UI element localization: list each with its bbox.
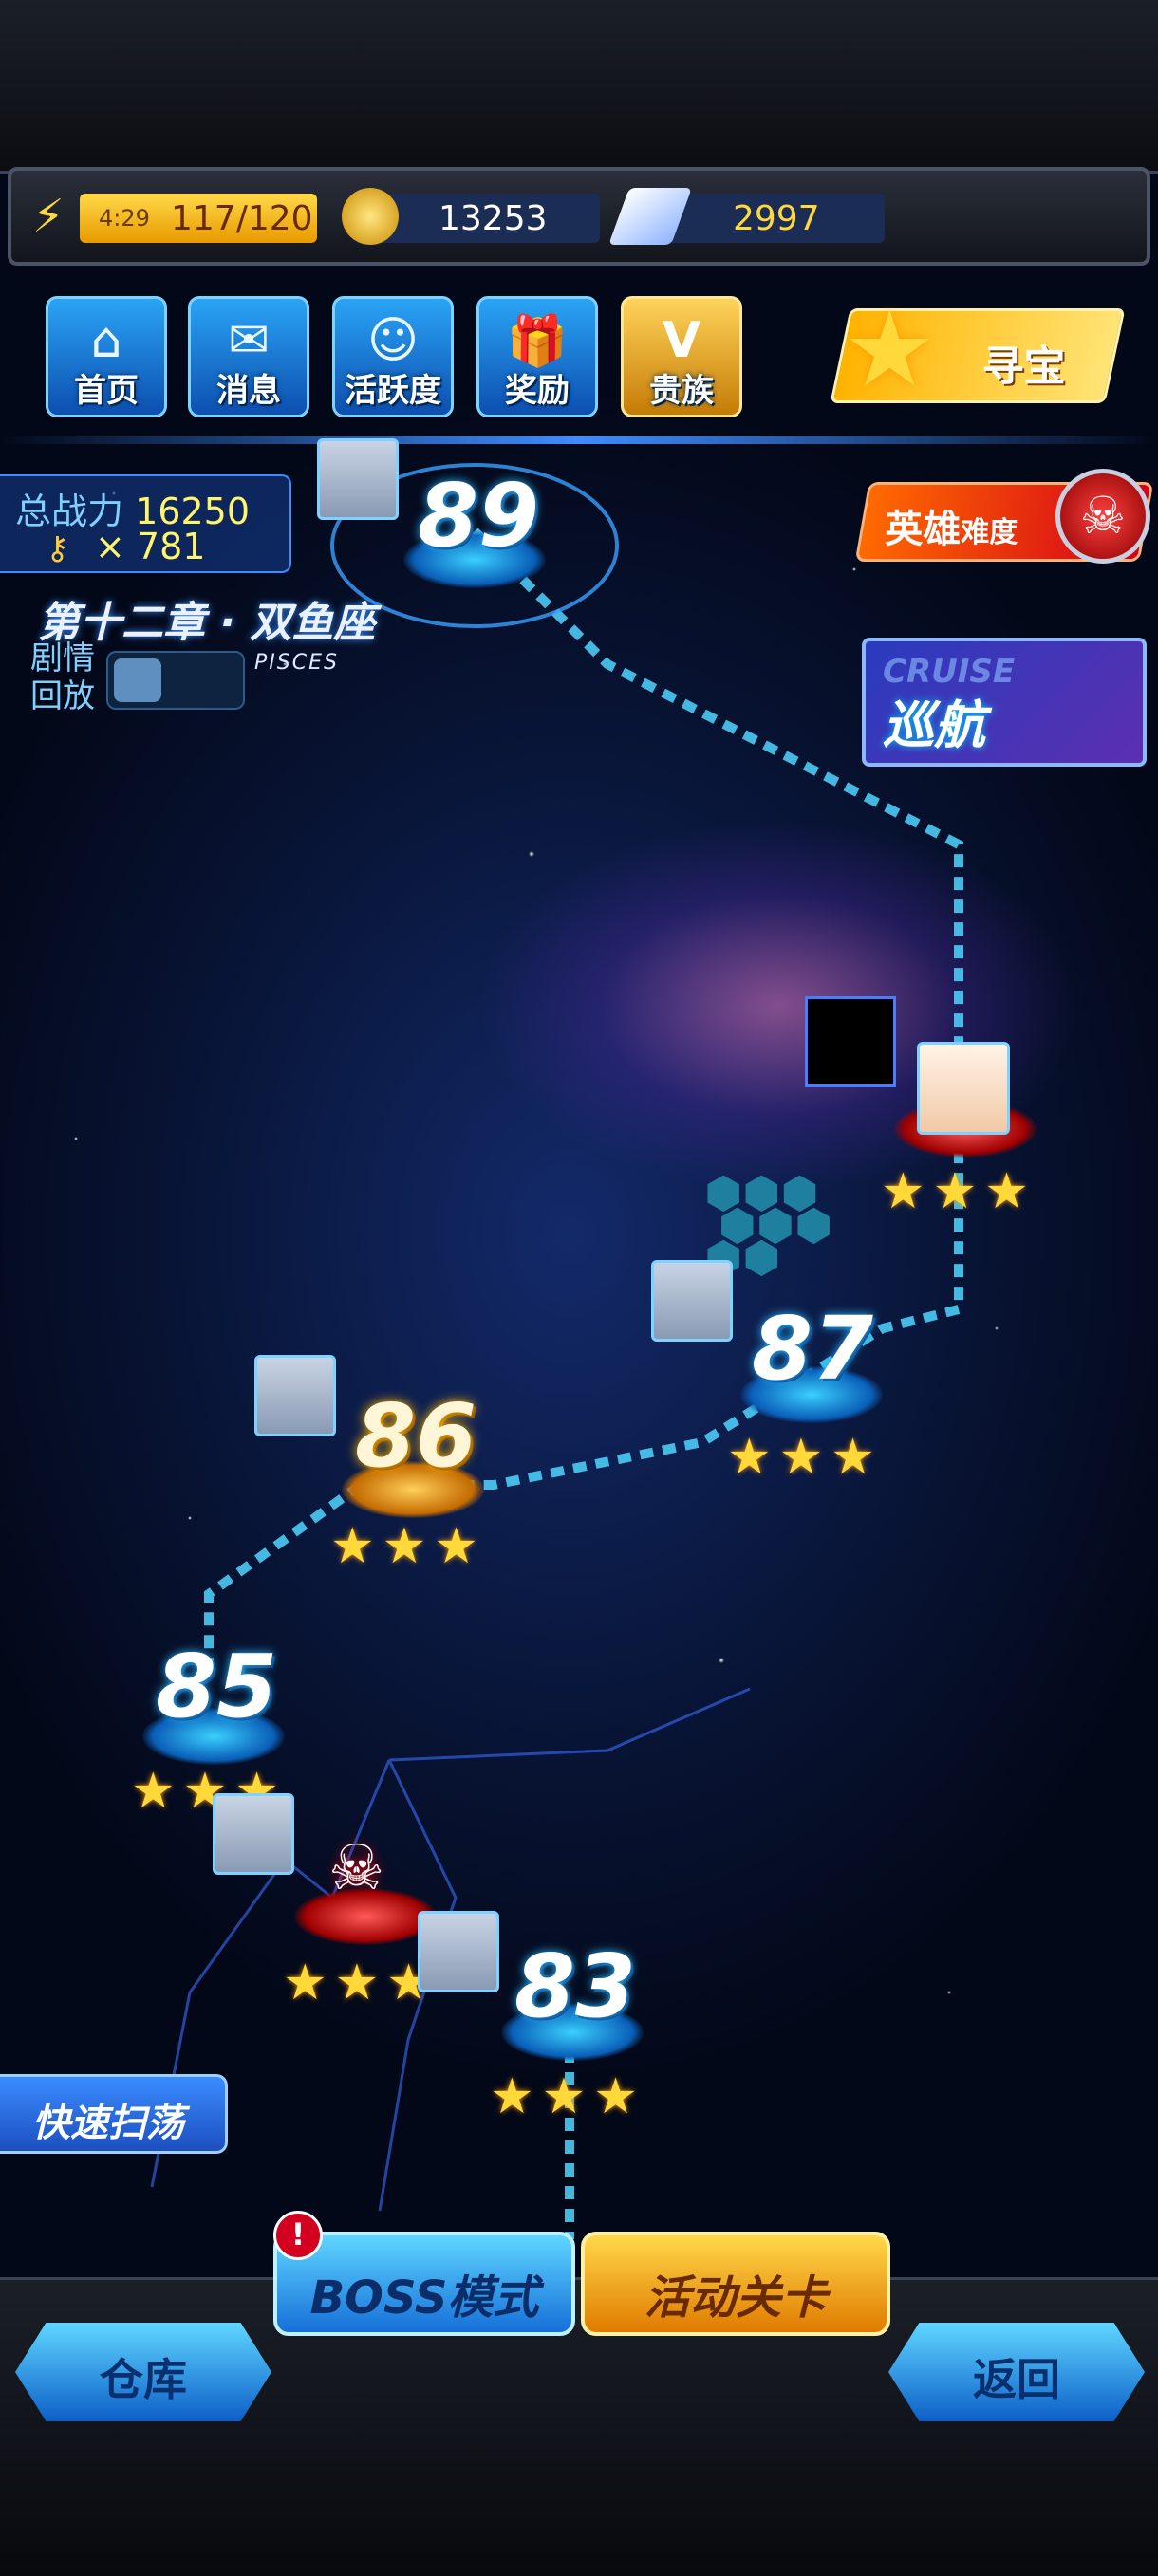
nav-reward-button[interactable]: 🎁 奖励 [476,296,598,417]
cruise-label: 巡航 [883,695,985,755]
coin-value: 13253 [439,199,548,238]
activity-stage-button[interactable]: 活动关卡 [581,2232,890,2336]
header-divider [0,436,1158,444]
boss-level-stars: ★★★ [283,1955,439,2011]
back-button[interactable]: 返回 [888,2323,1145,2421]
coin-add-icon[interactable] [342,188,399,245]
level-node-86[interactable]: 86 [355,1385,476,1487]
bottom-frame [0,2277,1158,2576]
locked-box-icon[interactable] [805,996,896,1087]
cruise-button[interactable]: CRUISE 巡航 [862,638,1147,767]
current-level-stars: ★★★ [881,1163,1037,1220]
nav-reward-label: 奖励 [505,372,570,410]
friend-avatar[interactable] [213,1793,294,1875]
story-replay-toggle[interactable] [106,651,245,710]
level-node-87[interactable]: 87 [752,1298,873,1399]
nav-home-button[interactable]: ⌂ 首页 [46,296,167,417]
diamond-display: 2997 [657,194,885,243]
mail-icon: ✉ [228,312,270,369]
level-node-83[interactable]: 83 [514,1936,636,2037]
hexagon-decoration: ⬢⬢⬢ ⬢⬢⬢ ⬢⬢ [704,1167,833,1283]
total-power-panel: 总战力 16250 ⚷ × 781 [0,474,291,573]
key-count: × 781 [95,526,206,567]
treasure-hunt-label: 寻宝 [981,343,1066,391]
boss-mode-label: BOSS模式 [309,2271,539,2325]
nav-activity-label: 活跃度 [345,372,441,410]
alert-badge: ! [273,2211,323,2260]
hero-label: 英雄 [885,508,962,551]
back-label: 返回 [973,2354,1060,2405]
level-node-85[interactable]: 85 [156,1636,277,1737]
key-icon: ⚷ [46,529,69,567]
story-replay-label: 剧情 回放 [30,639,95,715]
level-node-89[interactable]: 89 [418,465,539,566]
skull-icon[interactable]: ☠ [1055,469,1150,564]
activity-stage-label: 活动关卡 [644,2271,827,2325]
friend-avatar[interactable] [254,1355,336,1436]
v-badge-icon: V [662,312,701,369]
quick-sweep-label: 快速扫荡 [32,2102,184,2145]
nav-noble-label: 贵族 [649,372,714,410]
star-jet-icon: ★ [843,288,937,410]
warehouse-button[interactable]: 仓库 [15,2323,271,2421]
gift-icon: 🎁 [506,313,569,370]
nav-noble-button[interactable]: V 贵族 [621,296,742,417]
top-frame [0,0,1158,174]
warehouse-label: 仓库 [100,2354,187,2405]
nav-home-label: 首页 [74,372,139,410]
energy-display: 4:29 117/120 [80,194,317,243]
quick-sweep-button[interactable]: 快速扫荡 [0,2074,228,2154]
chapter-subtitle: PISCES [254,651,339,675]
nav-message-button[interactable]: ✉ 消息 [188,296,309,417]
smile-wings-icon: ☺ [366,312,420,369]
friend-avatar[interactable] [418,1911,499,1992]
toggle-knob [114,658,161,702]
diamond-value: 2997 [733,199,820,238]
player-avatar[interactable] [917,1042,1010,1135]
friend-avatar[interactable] [651,1260,733,1342]
level-87-stars: ★★★ [727,1429,883,1486]
resource-bar: 4:29 117/120 ⚡ 13253 2997 [8,167,1150,266]
level-83-stars: ★★★ [490,2068,645,2125]
nav-message-label: 消息 [216,372,281,410]
energy-timer: 4:29 [99,205,150,232]
lightning-add-icon[interactable]: ⚡ [32,190,70,243]
boss-skull-icon[interactable]: ☠ [328,1831,384,1904]
difficulty-label: 难度 [961,516,1018,549]
friend-avatar[interactable] [317,438,399,520]
energy-value: 117/120 [171,199,313,238]
nav-activity-button[interactable]: ☺ 活跃度 [332,296,454,417]
home-icon: ⌂ [90,312,122,369]
coin-display: 13253 [372,194,600,243]
level-86-stars: ★★★ [330,1518,486,1575]
